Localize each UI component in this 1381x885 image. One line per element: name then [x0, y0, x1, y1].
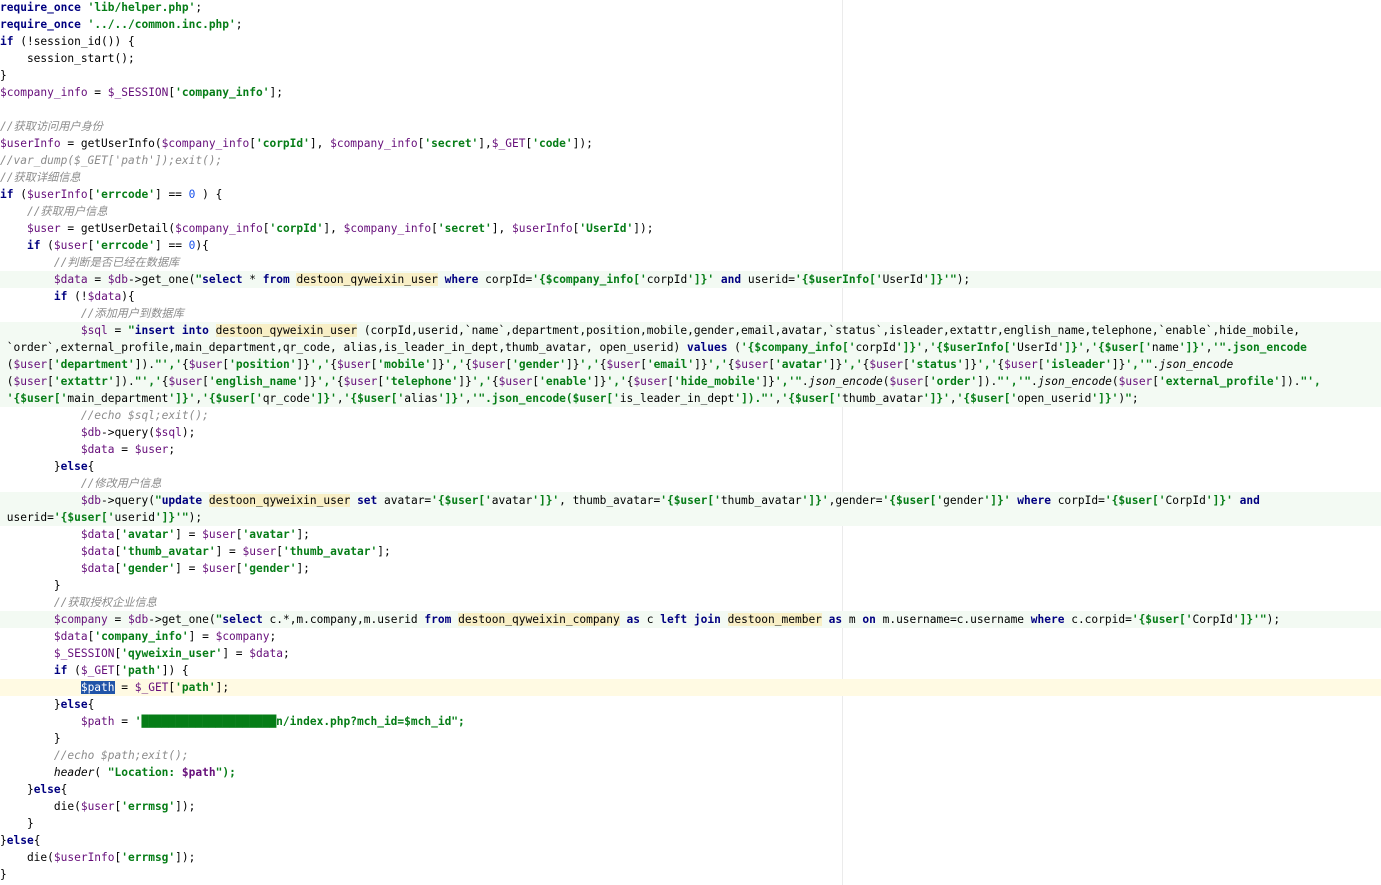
code-line[interactable]: if ($user['errcode'] == 0){ [0, 237, 209, 254]
right-margin-guide [842, 0, 843, 885]
code-line[interactable]: $company_info = $_SESSION['company_info'… [0, 84, 283, 101]
code-line[interactable]: `order`,external_profile,main_department… [0, 339, 1381, 356]
code-line[interactable]: die($user['errmsg']); [0, 798, 196, 815]
code-line[interactable]: //获取详细信息 [0, 169, 81, 186]
code-line[interactable]: require_once 'lib/helper.php'; [0, 0, 202, 16]
code-line[interactable]: $sql = "insert into destoon_qyweixin_use… [0, 322, 1381, 339]
code-line[interactable]: ($user['department'])."','{$user['positi… [0, 356, 1381, 373]
code-line[interactable]: $path = $_GET['path']; [0, 679, 1381, 696]
code-line[interactable]: $data['thumb_avatar'] = $user['thumb_ava… [0, 543, 391, 560]
code-line[interactable]: session_start(); [0, 50, 135, 67]
code-line[interactable]: }else{ [0, 781, 67, 798]
code-line[interactable]: } [0, 815, 34, 832]
code-line[interactable]: require_once '../../common.inc.php'; [0, 16, 243, 33]
code-line[interactable]: //echo $path;exit(); [0, 747, 189, 764]
code-line[interactable]: if ($_GET['path']) { [0, 662, 189, 679]
code-line[interactable]: $data['avatar'] = $user['avatar']; [0, 526, 310, 543]
code-line[interactable]: $data['gender'] = $user['gender']; [0, 560, 310, 577]
code-line[interactable]: $company = $db->get_one("select c.*,m.co… [0, 611, 1381, 628]
code-line[interactable]: //添加用户到数据库 [0, 305, 184, 322]
code-line[interactable]: }else{ [0, 458, 94, 475]
code-line[interactable]: }else{ [0, 696, 94, 713]
code-line[interactable]: } [0, 866, 7, 883]
code-line[interactable]: } [0, 577, 61, 594]
code-line[interactable]: ($user['extattr'])."','{$user['english_n… [0, 373, 1381, 390]
code-line[interactable]: //echo $sql;exit(); [0, 407, 209, 424]
code-line[interactable]: //var_dump($_GET['path']);exit(); [0, 152, 222, 169]
code-line[interactable]: userid='{$user['userid']}'"); [0, 509, 1381, 526]
code-line[interactable]: header( "Location: $path"); [0, 764, 236, 781]
code-line[interactable]: $db->query($sql); [0, 424, 196, 441]
code-line[interactable]: $db->query("update destoon_qyweixin_user… [0, 492, 1381, 509]
code-line[interactable]: } [0, 67, 7, 84]
code-line[interactable]: //判断是否已经在数据库 [0, 254, 179, 271]
code-editor[interactable]: require_once 'lib/helper.php'; require_on… [0, 0, 1381, 885]
code-line[interactable]: '{$user['main_department']}','{$user['qr… [0, 390, 1381, 407]
code-line[interactable]: if (!session_id()) { [0, 33, 135, 50]
code-line[interactable]: $data['company_info'] = $company; [0, 628, 276, 645]
code-line[interactable]: } [0, 730, 61, 747]
selected-token: $path [80, 681, 115, 694]
code-line[interactable]: //获取用户信息 [0, 203, 108, 220]
code-line[interactable]: $user = getUserDetail($company_info['cor… [0, 220, 654, 237]
code-line[interactable]: $data = $db->get_one("select * from dest… [0, 271, 1381, 288]
code-line[interactable]: $_SESSION['qyweixin_user'] = $data; [0, 645, 290, 662]
code-line[interactable]: //修改用户信息 [0, 475, 162, 492]
code-line[interactable]: die($userInfo['errmsg']); [0, 849, 195, 866]
code-line[interactable]: $path = '████████████████████n/index.php… [0, 713, 465, 730]
code-line[interactable]: $userInfo = getUserInfo($company_info['c… [0, 135, 593, 152]
code-line[interactable]: $data = $user; [0, 441, 175, 458]
code-line[interactable]: //获取访问用户身份 [0, 118, 103, 135]
code-line[interactable]: //获取授权企业信息 [0, 594, 157, 611]
code-line[interactable]: }else{ [0, 832, 40, 849]
code-line[interactable]: if ($userInfo['errcode'] == 0 ) { [0, 186, 222, 203]
code-line[interactable]: if (!$data){ [0, 288, 135, 305]
